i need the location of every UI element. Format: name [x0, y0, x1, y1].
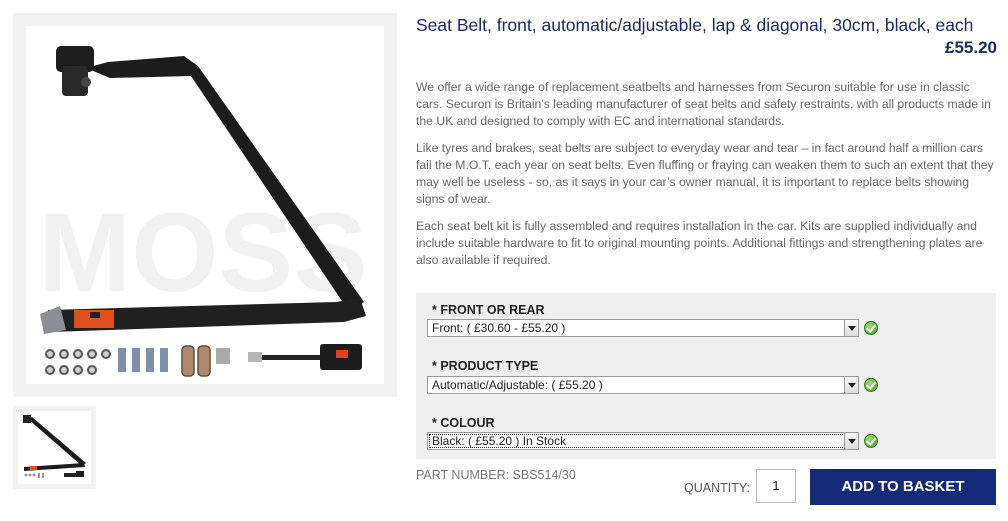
product-type-value: Automatic/Adjustable: ( £55.20 )	[432, 378, 603, 392]
brackets	[181, 345, 211, 377]
colour-label: * COLOUR	[432, 416, 495, 430]
washers	[45, 349, 111, 375]
product-type-label: * PRODUCT TYPE	[432, 359, 539, 373]
buckle-strap	[262, 355, 320, 360]
colour-value: Black: ( £55.20 ) In Stock	[432, 434, 567, 448]
dropdown-arrow-icon[interactable]	[844, 320, 858, 336]
description-paragraph: Like tyres and brakes, seat belts are su…	[416, 141, 994, 206]
spacer-plate	[216, 348, 230, 364]
dropdown-arrow-icon[interactable]	[844, 433, 858, 449]
front-or-rear-select[interactable]: Front: ( £30.60 - £55.20 )	[427, 319, 859, 337]
thumbnail-illustration	[23, 415, 86, 478]
description-paragraph: We offer a wide range of replacement sea…	[416, 80, 991, 128]
dropdown-arrow-icon[interactable]	[844, 377, 858, 393]
bolts	[118, 348, 168, 372]
description-paragraph: Each seat belt kit is fully assembled an…	[416, 219, 983, 267]
front-or-rear-value: Front: ( £30.60 - £55.20 )	[432, 321, 566, 335]
buckle-release-button	[336, 350, 348, 358]
product-price: £55.20	[945, 38, 997, 57]
label-mark	[90, 312, 100, 318]
colour-select[interactable]: Black: ( £55.20 ) In Stock	[427, 432, 859, 450]
front-or-rear-label: * FRONT OR REAR	[432, 303, 545, 317]
check-icon	[864, 434, 878, 448]
check-icon	[864, 378, 878, 392]
product-image-frame: MOSS	[26, 26, 384, 384]
quantity-input[interactable]: 1	[756, 469, 796, 503]
product-options-panel: * FRONT OR REAR Front: ( £30.60 - £55.20…	[416, 293, 996, 459]
seat-belt-illustration: MOSS	[38, 46, 368, 377]
quantity-label: QUANTITY:	[684, 481, 750, 495]
thumbnail-frame	[18, 411, 91, 484]
buckle-anchor	[248, 352, 262, 362]
product-main-image[interactable]: MOSS	[13, 13, 397, 397]
product-thumbnail[interactable]	[13, 406, 96, 489]
product-type-select[interactable]: Automatic/Adjustable: ( £55.20 )	[427, 376, 859, 394]
product-title: Seat Belt, front, automatic/adjustable, …	[416, 15, 974, 35]
retractor-bolt	[81, 77, 91, 87]
part-number: PART NUMBER: SBS514/30	[416, 468, 576, 482]
product-description: We offer a wide range of replacement sea…	[416, 79, 998, 279]
add-to-basket-button[interactable]: ADD TO BASKET	[810, 469, 996, 505]
check-icon	[864, 321, 878, 335]
